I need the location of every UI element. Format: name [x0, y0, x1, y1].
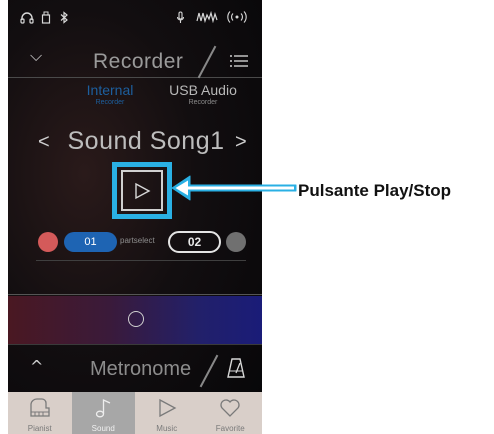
nav-pianist-label: Pianist: [27, 424, 52, 433]
midi-wave-icon: [196, 10, 218, 27]
note-icon: [91, 396, 115, 425]
chevron-down-icon[interactable]: ⌵: [30, 46, 42, 66]
part-select-row: 01 partselect 02: [8, 230, 262, 254]
recorder-header: ⌵ Recorder: [8, 40, 262, 79]
header-divider: [197, 45, 217, 79]
play-icon: [135, 182, 151, 199]
part-row-divider: [36, 260, 246, 261]
nav-sound-label: Sound: [91, 424, 115, 433]
callout-label: Pulsante Play/Stop: [298, 181, 452, 200]
metronome-divider: [199, 354, 219, 388]
song-name: Sound Song1: [67, 127, 225, 155]
play-stop-button[interactable]: [121, 170, 163, 211]
heart-icon: [218, 396, 242, 425]
bottom-nav: Pianist Sound Music Favorite: [8, 392, 262, 434]
mode-internal-label: Internal: [86, 82, 134, 98]
song-selector: < Sound Song1 >: [8, 125, 262, 161]
recorder-title: Recorder: [93, 50, 184, 73]
metronome-title: Metronome: [90, 358, 192, 380]
nav-music-label: Music: [156, 424, 178, 433]
bluetooth-icon: [60, 11, 69, 28]
nav-favorite-label: Favorite: [215, 424, 245, 433]
next-song-button[interactable]: >: [235, 131, 247, 154]
chevron-up-icon[interactable]: ^: [30, 357, 43, 376]
part1-button[interactable]: 01: [64, 232, 117, 252]
part2-button[interactable]: 02: [168, 231, 221, 253]
list-menu-icon[interactable]: [229, 54, 249, 68]
metronome-icon[interactable]: [226, 357, 246, 384]
mode-internal-recorder[interactable]: Internal Recorder: [80, 82, 140, 106]
mode-internal-sub: Recorder: [95, 99, 125, 106]
nav-pianist[interactable]: Pianist: [8, 392, 72, 434]
metronome-header: ^ Metronome: [8, 344, 262, 392]
callout-arrow: [171, 175, 297, 201]
part1-record-dot[interactable]: [38, 232, 58, 252]
piano-icon: [28, 396, 52, 425]
section-divider: [8, 294, 262, 295]
nav-favorite[interactable]: Favorite: [199, 392, 263, 434]
mode-usb-audio-recorder[interactable]: USB Audio Recorder: [163, 82, 243, 106]
mode-usb-label: USB Audio: [169, 82, 237, 98]
wireless-signal-icon: [226, 11, 248, 27]
phone-screen: ⌵ Recorder Internal Recorder USB Audio R…: [8, 0, 262, 434]
partselect-label: partselect: [120, 236, 155, 245]
play-icon: [155, 396, 179, 425]
previous-song-button[interactable]: <: [38, 131, 50, 154]
part2-record-dot[interactable]: [226, 232, 246, 252]
usb-stick-icon: [41, 11, 51, 28]
mode-usb-sub: Recorder: [188, 99, 218, 106]
microphone-icon: [176, 11, 185, 28]
record-button[interactable]: [8, 296, 262, 344]
record-circle-icon: [128, 311, 144, 327]
nav-sound[interactable]: Sound: [71, 392, 135, 434]
headphones-icon: [20, 11, 34, 28]
nav-music[interactable]: Music: [135, 392, 199, 434]
status-bar: [8, 0, 262, 40]
